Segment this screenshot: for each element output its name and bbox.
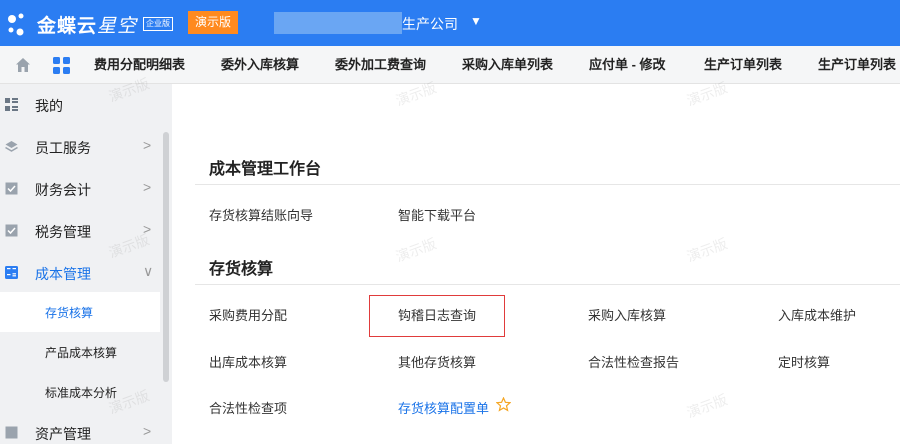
link-validity-check-items[interactable]: 合法性检查项 [209, 398, 287, 417]
chevron-right-icon: > [143, 137, 152, 153]
sidebar-item-employee-services[interactable]: 员工服务 > [0, 126, 160, 168]
sidebar-item-label: 员工服务 [35, 140, 91, 156]
highlight-box [369, 295, 505, 337]
sidebar-item-asset-management[interactable]: 资产管理 > [0, 412, 160, 444]
link-inventory-config-sheet[interactable]: 存货核算配置单 [398, 398, 489, 417]
app-grid-icon[interactable] [53, 57, 70, 74]
app-logo[interactable]: 金蝶云星空 企业版 [4, 8, 184, 38]
link-purchase-receipt-accounting[interactable]: 采购入库核算 [588, 305, 666, 324]
tab-outsourced-receipt-accounting[interactable]: 委外入库核算 [221, 46, 299, 84]
link-validity-check-report[interactable]: 合法性检查报告 [588, 352, 679, 371]
watermark: 演示版 [393, 235, 439, 265]
sidebar-item-tax-management[interactable]: 税务管理 > [0, 210, 160, 252]
demo-button[interactable]: 演示版 [188, 11, 238, 34]
checkbox-icon [5, 224, 18, 237]
home-icon[interactable] [14, 56, 32, 74]
edition-badge: 企业版 [143, 17, 173, 31]
calculator-icon [5, 266, 18, 279]
sidebar-scrollbar-thumb[interactable] [163, 132, 169, 382]
sidebar-item-label: 我的 [35, 98, 63, 114]
link-purchase-expense-allocation[interactable]: 采购费用分配 [209, 305, 287, 324]
tab-bar: 费用分配明细表 委外入库核算 委外加工费查询 采购入库单列表 应付单 - 修改 … [0, 46, 900, 84]
star-icon[interactable] [496, 397, 511, 412]
section-title-inventory-accounting: 存货核算 [209, 261, 274, 278]
sidebar-item-label: 成本管理 [35, 266, 91, 282]
top-header: 金蝶云星空 企业版 演示版 生产公司 ▼ [0, 0, 900, 46]
link-outbound-cost-accounting[interactable]: 出库成本核算 [209, 352, 287, 371]
link-inventory-closing-wizard[interactable]: 存货核算结账向导 [209, 205, 313, 224]
chevron-right-icon: > [143, 221, 152, 237]
sidebar-item-cost-management[interactable]: 成本管理 ∨ [0, 252, 160, 294]
tab-production-order-list-2[interactable]: 生产订单列表 [818, 46, 896, 84]
tab-purchase-receipt-list[interactable]: 采购入库单列表 [462, 46, 553, 84]
checkbox-icon [5, 182, 18, 195]
watermark: 演示版 [684, 391, 730, 421]
link-receipt-cost-maintenance[interactable]: 入库成本维护 [778, 305, 856, 324]
tab-production-order-list[interactable]: 生产订单列表 [704, 46, 782, 84]
divider [195, 284, 900, 285]
link-smart-download-platform[interactable]: 智能下载平台 [398, 205, 476, 224]
sidebar-subitem-label: 标准成本分析 [45, 386, 118, 400]
sidebar-item-label: 财务会计 [35, 182, 91, 198]
logo-dots-icon [8, 13, 24, 36]
grid-list-icon [5, 98, 18, 111]
section-title-cost-workbench: 成本管理工作台 [209, 161, 322, 178]
layers-icon [5, 141, 18, 152]
sidebar: 我的 员工服务 > 财务会计 > 税务管理 > 成本管理 ∨ 存货核算 产品成本… [0, 84, 172, 444]
chevron-down-icon: ∨ [143, 263, 154, 279]
sidebar-item-mine[interactable]: 我的 [0, 84, 160, 126]
chevron-right-icon: > [143, 423, 152, 439]
company-dropdown-icon[interactable]: ▼ [470, 14, 482, 28]
sidebar-item-financial-accounting[interactable]: 财务会计 > [0, 168, 160, 210]
sidebar-subitem-product-cost-accounting[interactable]: 产品成本核算 [0, 332, 160, 372]
watermark: 演示版 [684, 235, 730, 265]
sidebar-subitem-standard-cost-analysis[interactable]: 标准成本分析 [0, 372, 160, 412]
chevron-right-icon: > [143, 179, 152, 195]
sidebar-item-label: 资产管理 [35, 426, 91, 442]
brand-name: 金蝶云星空 [37, 16, 138, 37]
asset-icon [5, 426, 18, 439]
link-scheduled-accounting[interactable]: 定时核算 [778, 352, 830, 371]
tab-cost-allocation-detail[interactable]: 费用分配明细表 [94, 46, 185, 84]
company-name-redacted [274, 12, 402, 34]
company-name[interactable]: 生产公司 [402, 14, 458, 34]
link-other-inventory-accounting[interactable]: 其他存货核算 [398, 352, 476, 371]
sidebar-subitem-inventory-accounting[interactable]: 存货核算 [0, 292, 160, 332]
sidebar-subitem-label: 存货核算 [45, 306, 94, 320]
sidebar-item-label: 税务管理 [35, 224, 91, 240]
sidebar-subitem-label: 产品成本核算 [45, 346, 118, 360]
divider [195, 184, 900, 185]
tab-outsourced-processing-fee[interactable]: 委外加工费查询 [335, 46, 426, 84]
tab-payable-edit[interactable]: 应付单 - 修改 [589, 46, 666, 84]
